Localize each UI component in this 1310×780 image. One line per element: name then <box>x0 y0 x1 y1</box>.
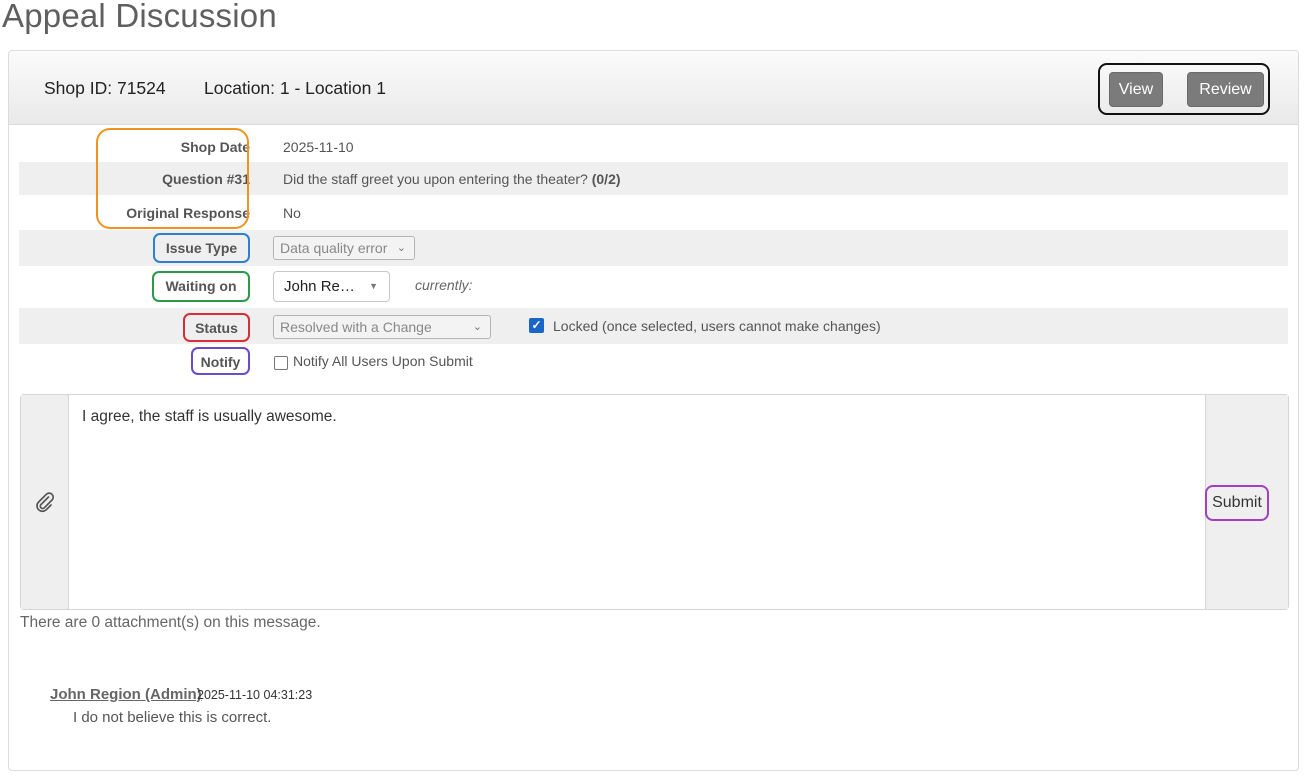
issue-type-row: Issue Type Data quality error ⌄ <box>19 230 1288 266</box>
view-button[interactable]: View <box>1109 72 1163 107</box>
comment-body: I do not believe this is correct. <box>73 709 272 726</box>
page-title: Appeal Discussion <box>2 0 277 34</box>
locked-label: Locked (once selected, users cannot make… <box>553 318 881 334</box>
waiting-on-value: John Re… <box>284 278 355 295</box>
status-row: Status Resolved with a Change ⌄ ✓ Locked… <box>19 308 1288 344</box>
original-fields-highlight <box>96 128 249 229</box>
panel-header: Shop ID: 71524 Location: 1 - Location 1 … <box>9 51 1298 125</box>
chevron-down-icon: ▼ <box>369 281 378 291</box>
notify-row: Notify Notify All Users Upon Submit <box>19 345 1288 379</box>
waiting-on-row: Waiting on John Re… ▼ currently: <box>19 267 1288 307</box>
issue-type-label: Issue Type <box>153 233 250 263</box>
status-value: Resolved with a Change <box>280 319 432 335</box>
submit-button[interactable]: Submit <box>1205 485 1269 521</box>
question-value: Did the staff greet you upon entering th… <box>283 171 621 187</box>
status-label: Status <box>183 313 250 342</box>
comment-timestamp: 2025-11-10 04:31:23 <box>197 688 313 702</box>
chevron-down-icon: ⌄ <box>472 321 482 333</box>
currently-label: currently: <box>415 277 473 293</box>
waiting-on-select[interactable]: John Re… ▼ <box>273 271 390 302</box>
attach-button[interactable] <box>21 395 69 609</box>
status-select[interactable]: Resolved with a Change ⌄ <box>273 315 491 339</box>
message-input[interactable]: I agree, the staff is usually awesome. <box>82 408 337 426</box>
notify-all-checkbox[interactable] <box>274 356 288 370</box>
action-button-group: View Review <box>1098 63 1270 115</box>
waiting-on-label: Waiting on <box>152 271 250 302</box>
location: Location: 1 - Location 1 <box>204 78 386 98</box>
question-text: Did the staff greet you upon entering th… <box>283 171 588 187</box>
notify-label: Notify <box>191 347 250 375</box>
chevron-down-icon: ⌄ <box>396 242 406 254</box>
comment-author-link[interactable]: John Region (Admin) <box>50 686 202 703</box>
issue-type-select[interactable]: Data quality error ⌄ <box>273 236 415 260</box>
attachment-note: There are 0 attachment(s) on this messag… <box>20 614 321 631</box>
review-button[interactable]: Review <box>1187 72 1264 107</box>
message-composer: I agree, the staff is usually awesome. <box>20 394 1289 610</box>
notify-all-label: Notify All Users Upon Submit <box>293 353 473 369</box>
appeal-panel: Shop ID: 71524 Location: 1 - Location 1 … <box>8 50 1299 771</box>
shop-id: Shop ID: 71524 <box>44 78 166 98</box>
question-score: (0/2) <box>591 171 621 187</box>
locked-checkbox[interactable]: ✓ <box>529 318 544 333</box>
shop-date-value: 2025-11-10 <box>283 139 354 155</box>
paperclip-icon <box>36 492 55 513</box>
issue-type-value: Data quality error <box>280 240 388 256</box>
original-response-value: No <box>283 205 301 221</box>
